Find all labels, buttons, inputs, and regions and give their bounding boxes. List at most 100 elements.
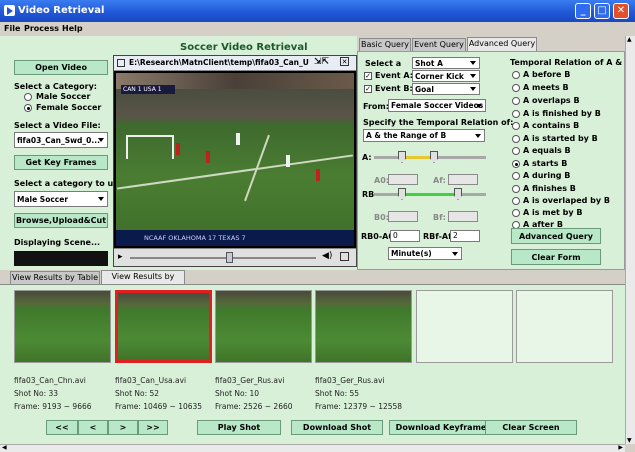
radio-a-before-b[interactable] <box>512 71 520 79</box>
result-thumbnail-1[interactable] <box>14 290 111 363</box>
result-thumbnail-empty-2 <box>516 290 613 363</box>
video-close-icon[interactable]: ✕ <box>340 57 349 66</box>
result-1-shot: Shot No: 33 <box>14 389 59 398</box>
video-file-select[interactable]: fifa03_Can_Swd_0... <box>14 132 108 148</box>
result-3-shot: Shot No: 10 <box>215 389 260 398</box>
radio-a-is-started-by-b[interactable] <box>512 135 520 143</box>
menu-process[interactable]: Process <box>24 24 59 33</box>
event-a-select[interactable]: Corner Kick <box>412 70 480 82</box>
af-input <box>448 174 478 185</box>
radio-female-soccer[interactable] <box>24 104 32 112</box>
a0-input <box>388 174 418 185</box>
rbf-af-input[interactable]: 2 <box>450 230 480 242</box>
video-resize-icon[interactable]: ⇲⇱ <box>314 57 329 67</box>
download-keyframe-button[interactable]: Download Keyframe <box>389 420 493 435</box>
next-page-button[interactable]: > <box>108 420 138 435</box>
download-shot-button[interactable]: Download Shot <box>291 420 383 435</box>
radio-a-meets-b[interactable] <box>512 84 520 92</box>
result-thumbnail-3[interactable] <box>215 290 312 363</box>
radio-a-is-finished-by-b[interactable] <box>512 110 520 118</box>
tab-event-query[interactable]: Event Query <box>412 38 466 51</box>
result-thumbnail-2[interactable] <box>115 290 212 363</box>
displaying-scene-label: Displaying Scene... <box>14 238 101 247</box>
play-icon[interactable]: ▸ <box>118 252 123 262</box>
fullscreen-icon[interactable] <box>340 252 349 261</box>
radio-a-is-overlaped-by-b[interactable] <box>512 197 520 205</box>
rb0-a0-input[interactable]: 0 <box>390 230 420 242</box>
radio-a-finishes-b[interactable] <box>512 185 520 193</box>
scroll-up-icon[interactable]: ▲ <box>627 36 632 43</box>
relation-select[interactable]: A & the Range of B <box>363 129 485 142</box>
first-page-button[interactable]: << <box>46 420 78 435</box>
result-1-file: fifa03_Can_Chn.avi <box>14 376 86 385</box>
open-video-button[interactable]: Open Video <box>14 60 108 75</box>
result-4-shot: Shot No: 55 <box>315 389 360 398</box>
radio-a-equals-b[interactable] <box>512 147 520 155</box>
scroll-left-icon[interactable]: ◀ <box>2 444 7 451</box>
get-key-frames-button[interactable]: Get Key Frames <box>14 155 108 170</box>
prev-page-button[interactable]: < <box>78 420 108 435</box>
tab-view-results-by-table[interactable]: View Results by Table <box>10 271 100 284</box>
menu-bar: File Process Help <box>0 22 635 36</box>
upload-category-value: Male Soccer <box>17 194 69 204</box>
shot-select[interactable]: Shot A <box>412 57 480 69</box>
scroll-down-icon[interactable]: ▼ <box>627 437 632 444</box>
clear-screen-button[interactable]: Clear Screen <box>485 420 577 435</box>
bf-label: Bf: <box>433 213 446 222</box>
radio-a-during-b[interactable] <box>512 172 520 180</box>
radio-male-soccer[interactable] <box>24 93 32 101</box>
result-1-frame: Frame: 9193 ~ 9666 <box>14 402 92 411</box>
bf-input <box>448 211 478 222</box>
radio-a-starts-b[interactable] <box>512 160 520 168</box>
close-button[interactable]: ✕ <box>613 3 629 19</box>
option-a-equals-b: A equals B <box>523 146 571 155</box>
browse-upload-cut-button[interactable]: Browse,Upload&Cut <box>14 213 108 228</box>
time-unit-select[interactable]: Minute(s) <box>388 247 462 260</box>
category-male-label: Male Soccer <box>36 92 91 101</box>
advanced-query-button[interactable]: Advanced Query <box>511 228 601 244</box>
tab-view-results-by-shots[interactable]: View Results by Shots <box>101 270 185 293</box>
result-2-file: fifa03_Can_Usa.avi <box>115 376 187 385</box>
maximize-button[interactable]: □ <box>594 3 610 19</box>
video-seek-track[interactable] <box>130 257 316 259</box>
minimize-button[interactable]: _ <box>575 3 591 19</box>
rb-slider-label: RB <box>362 190 375 199</box>
video-seek-handle[interactable] <box>226 252 233 263</box>
clear-form-button[interactable]: Clear Form <box>511 249 601 265</box>
option-a-is-met-by-b: A is met by B <box>523 208 583 217</box>
video-path: E:\Research\MatnClient\temp\fifa03_Can_U… <box>129 58 309 67</box>
option-a-contains-b: A contains B <box>523 121 580 130</box>
scroll-right-icon[interactable]: ▶ <box>618 444 623 451</box>
play-shot-button[interactable]: Play Shot <box>197 420 281 435</box>
option-a-before-b: A before B <box>523 70 571 79</box>
radio-a-overlaps-b[interactable] <box>512 97 520 105</box>
video-player: E:\Research\MatnClient\temp\fifa03_Can_U… <box>113 55 357 267</box>
tab-advanced-query[interactable]: Advanced Query <box>467 37 537 51</box>
radio-a-contains-b[interactable] <box>512 122 520 130</box>
window-title: Video Retrieval <box>18 5 105 16</box>
menu-file[interactable]: File <box>4 24 20 33</box>
horizontal-scrollbar[interactable]: ◀ ▶ <box>0 444 625 452</box>
last-page-button[interactable]: >> <box>138 420 168 435</box>
vertical-scrollbar[interactable]: ▲ ▼ <box>625 36 635 444</box>
temporal-relation-title: Temporal Relation of A & B: <box>510 58 635 67</box>
tab-basic-query[interactable]: Basic Query <box>359 38 411 51</box>
menu-help[interactable]: Help <box>62 24 83 33</box>
result-4-file: fifa03_Ger_Rus.avi <box>315 376 385 385</box>
result-3-frame: Frame: 2526 ~ 2660 <box>215 402 293 411</box>
upload-category-select[interactable]: Male Soccer <box>14 191 108 207</box>
relation-value: A & the Range of B <box>366 131 447 140</box>
scene-display-box <box>14 251 108 266</box>
result-thumbnail-4[interactable] <box>315 290 412 363</box>
volume-icon[interactable]: ◀) <box>322 251 332 261</box>
event-b-select[interactable]: Goal <box>412 83 480 95</box>
category-female-label: Female Soccer <box>36 103 102 112</box>
event-b-checkbox[interactable]: ✓ <box>364 85 372 93</box>
event-a-checkbox[interactable]: ✓ <box>364 72 372 80</box>
option-a-meets-b: A meets B <box>523 83 569 92</box>
rb-slider-range <box>402 193 458 196</box>
from-select[interactable]: Female Soccer Videos <box>388 99 486 112</box>
radio-a-is-met-by-b[interactable] <box>512 209 520 217</box>
select-a-label: Select a <box>365 59 402 68</box>
option-a-is-overlaped-by-b: A is overlaped by B <box>523 196 610 205</box>
